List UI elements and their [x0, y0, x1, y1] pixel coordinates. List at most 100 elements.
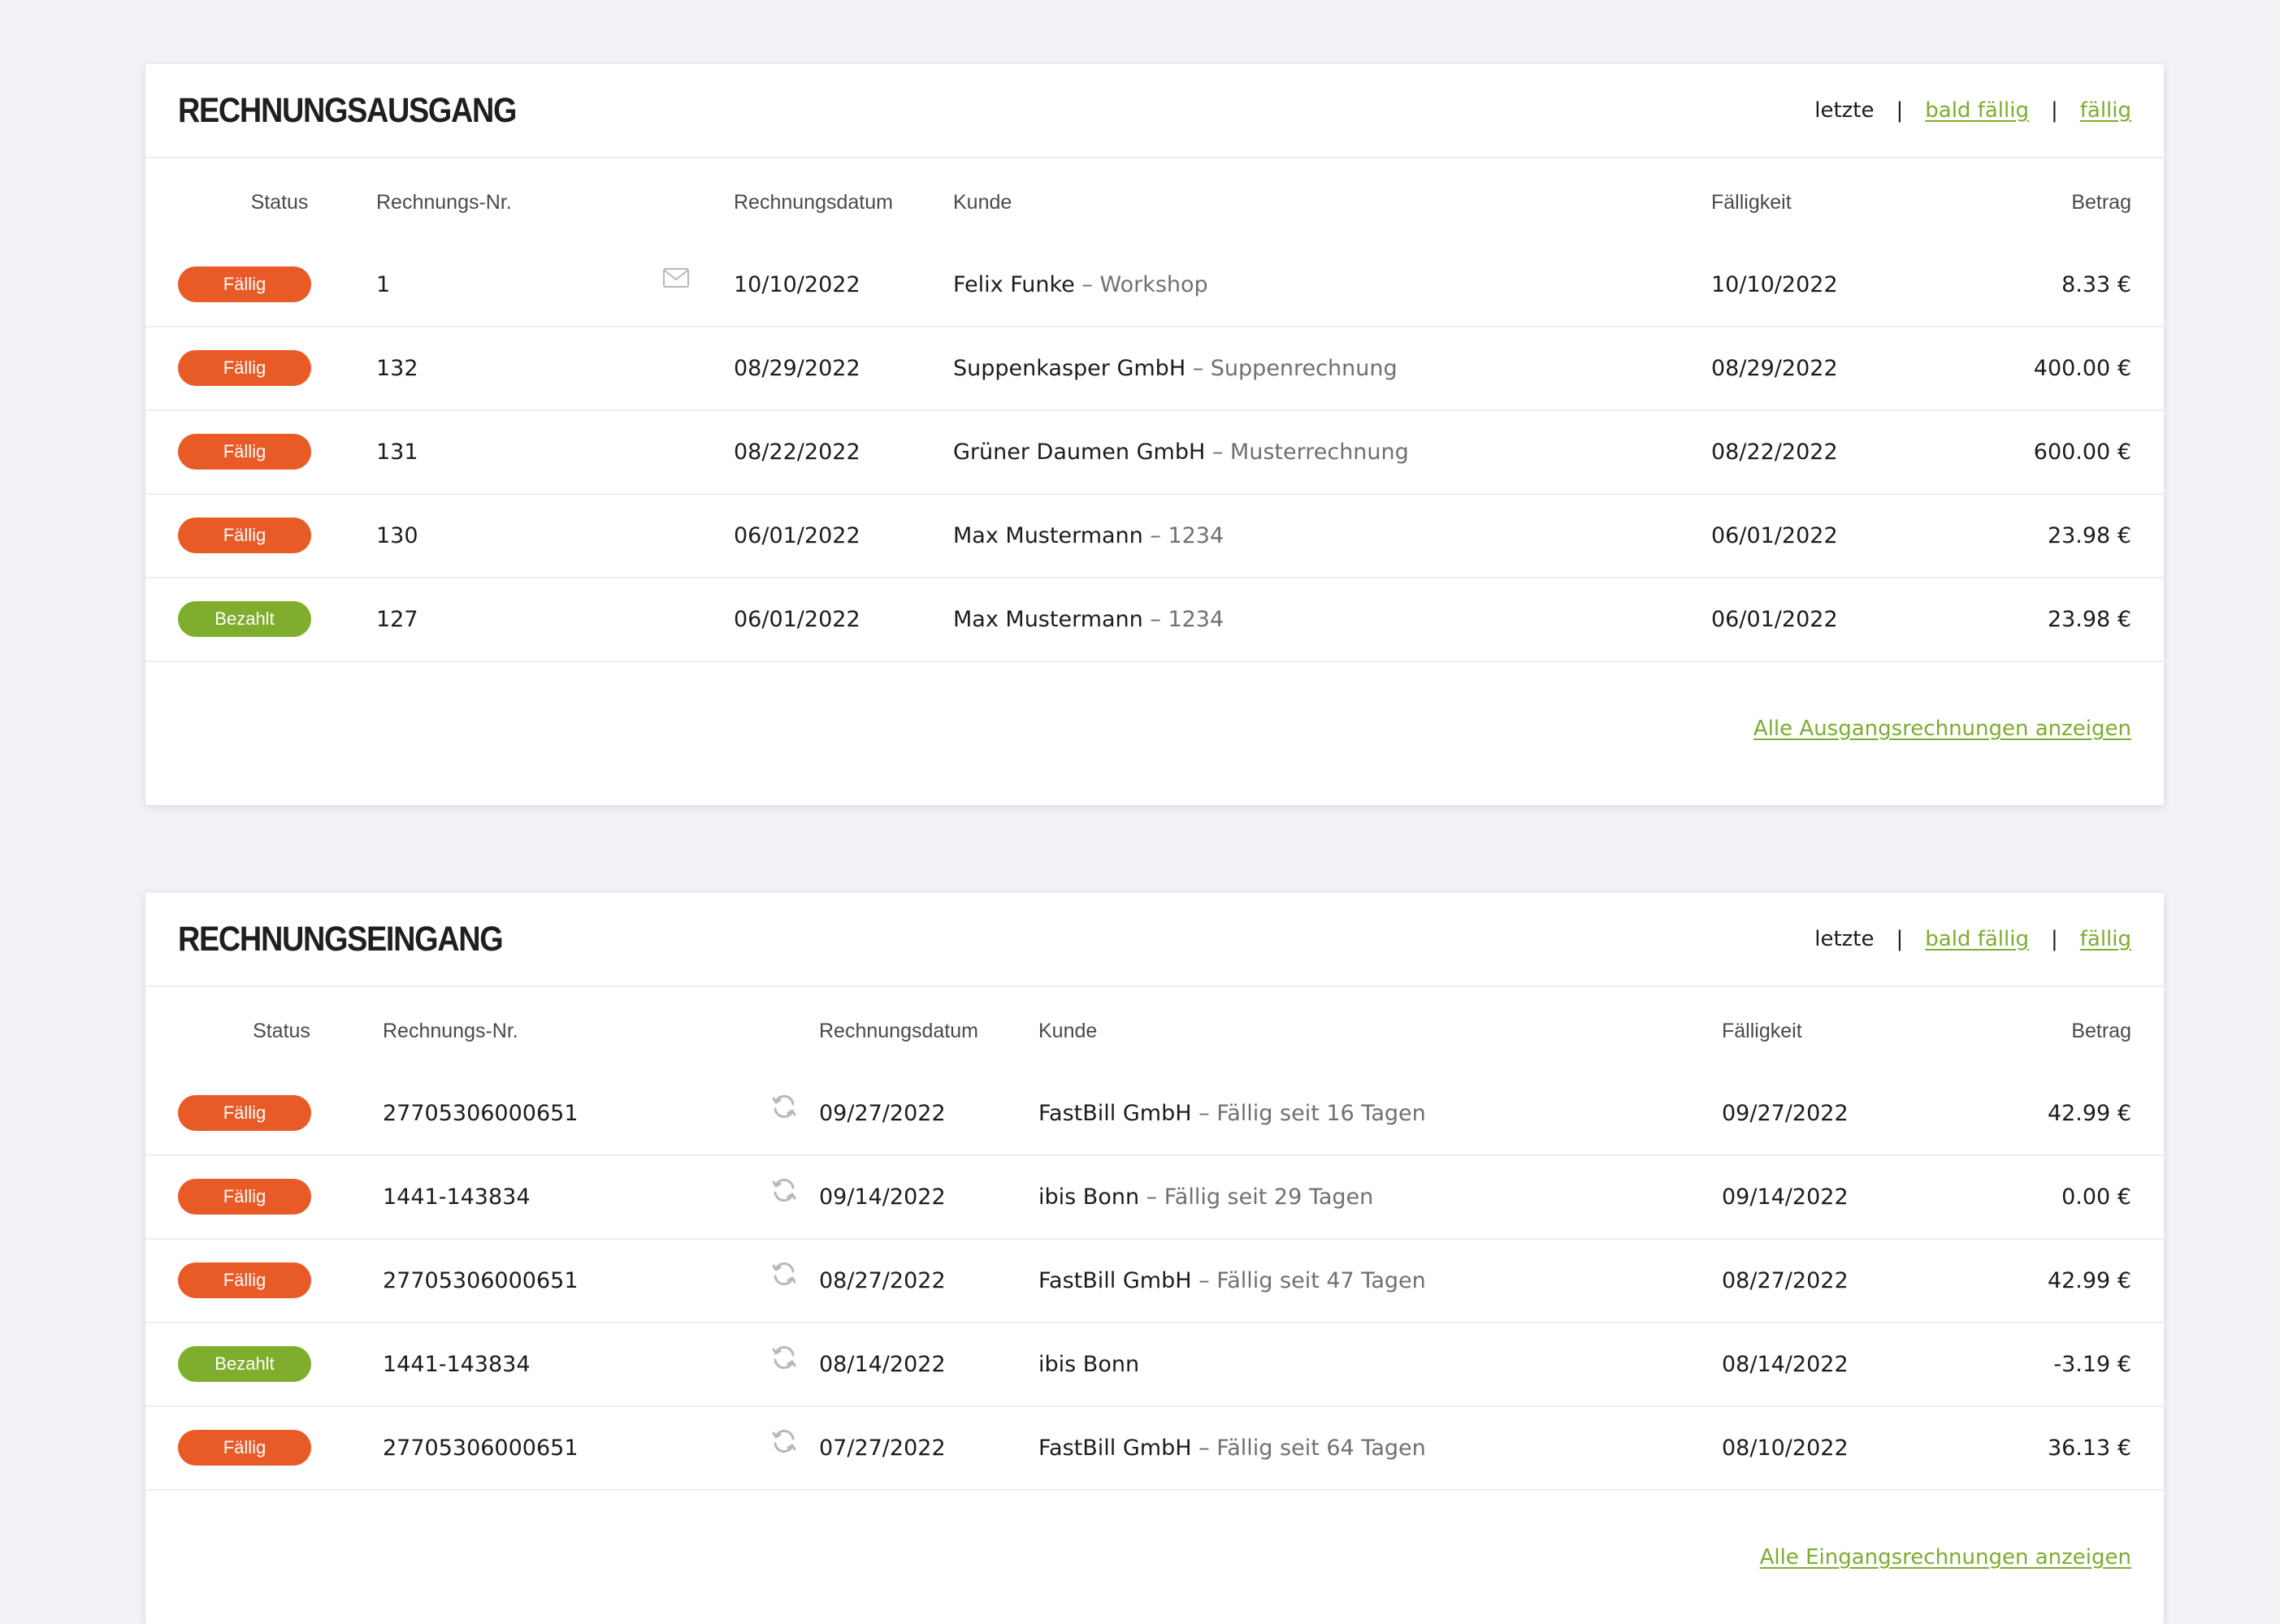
column-header-amount[interactable]: Betrag	[2071, 1020, 2131, 1043]
invoice-subject: – Fällig seit 47 Tagen	[1191, 1268, 1426, 1293]
column-header-customer[interactable]: Kunde	[953, 191, 1012, 214]
recurring-icon	[770, 1323, 798, 1370]
due-date: 08/29/2022	[1711, 356, 1838, 381]
column-header-amount[interactable]: Betrag	[2071, 191, 2131, 214]
invoice-subject: – 1234	[1142, 607, 1225, 632]
invoice-number: 131	[376, 440, 418, 465]
customer-name: FastBill GmbH	[1038, 1268, 1192, 1293]
table-row[interactable]: Fällig 130 06/01/2022 Max Mustermann – 1234…	[145, 495, 2164, 578]
column-header-status[interactable]: Status	[227, 191, 332, 214]
invoice-subject: – Fällig seit 16 Tagen	[1191, 1101, 1426, 1126]
customer-cell: Max Mustermann – 1234	[953, 578, 1224, 660]
card-header: RECHNUNGSAUSGANG letzte | bald fällig | …	[145, 64, 2164, 158]
incoming-invoices-card: RECHNUNGSEINGANG letzte | bald fällig | …	[145, 893, 2164, 1624]
column-header-date[interactable]: Rechnungsdatum	[734, 191, 893, 214]
column-header-due[interactable]: Fälligkeit	[1711, 191, 1792, 214]
filter-soon-due-link[interactable]: bald fällig	[1925, 893, 2029, 985]
status-badge: Fällig	[178, 1262, 311, 1298]
customer-name: Grüner Daumen GmbH	[953, 440, 1206, 465]
table-row[interactable]: Bezahlt 127 06/01/2022 Max Mustermann – 123…	[145, 578, 2164, 662]
due-date: 09/14/2022	[1722, 1184, 1849, 1210]
customer-cell: FastBill GmbH – Fällig seit 47 Tagen	[1038, 1240, 1426, 1322]
due-date: 09/27/2022	[1722, 1101, 1849, 1126]
due-date: 06/01/2022	[1711, 607, 1838, 632]
invoice-number: 1	[376, 272, 391, 297]
show-all-outgoing-link[interactable]: Alle Ausgangsrechnungen anzeigen	[1753, 717, 2131, 741]
status-badge: Fällig	[178, 434, 311, 470]
column-header-date[interactable]: Rechnungsdatum	[819, 1020, 978, 1043]
table-row[interactable]: Fällig 1441-143834 09/14/2022 ibis Bonn – F…	[145, 1156, 2164, 1240]
invoice-date: 10/10/2022	[734, 272, 860, 297]
customer-name: Max Mustermann	[953, 523, 1143, 548]
customer-cell: Grüner Daumen GmbH – Musterrechnung	[953, 411, 1409, 493]
invoice-date: 09/27/2022	[819, 1101, 946, 1126]
status-badge: Bezahlt	[178, 601, 311, 637]
table-body: Fällig 27705306000651 09/27/2022 FastBill G…	[145, 1072, 2164, 1491]
invoice-date: 09/14/2022	[819, 1184, 946, 1210]
invoice-date: 08/22/2022	[734, 440, 860, 465]
column-header-due[interactable]: Fälligkeit	[1722, 1020, 1802, 1043]
invoice-amount: 8.33 €	[2061, 272, 2131, 297]
customer-name: FastBill GmbH	[1038, 1101, 1192, 1126]
customer-name: Max Mustermann	[953, 607, 1143, 632]
invoice-date: 06/01/2022	[734, 523, 860, 548]
table-row[interactable]: Fällig 132 08/29/2022 Suppenkasper GmbH – S…	[145, 327, 2164, 411]
card-footer: Alle Ausgangsrechnungen anzeigen	[1753, 717, 2131, 741]
table-row[interactable]: Fällig 27705306000651 08/27/2022 FastBill G…	[145, 1240, 2164, 1323]
invoice-amount: -3.19 €	[2053, 1352, 2131, 1377]
column-header-number[interactable]: Rechnungs-Nr.	[376, 191, 512, 214]
due-date: 10/10/2022	[1711, 272, 1838, 297]
filter-separator: |	[1896, 98, 1904, 123]
due-date: 08/10/2022	[1722, 1436, 1849, 1461]
invoice-amount: 42.99 €	[2047, 1268, 2131, 1293]
table-row[interactable]: Fällig 131 08/22/2022 Grüner Daumen GmbH – …	[145, 411, 2164, 495]
invoice-number: 27705306000651	[383, 1101, 579, 1126]
invoice-subject: – Suppenrechnung	[1186, 356, 1398, 381]
customer-cell: Max Mustermann – 1234	[953, 495, 1224, 577]
customer-cell: Felix Funke – Workshop	[953, 244, 1208, 326]
card-header: RECHNUNGSEINGANG letzte | bald fällig | …	[145, 893, 2164, 987]
invoice-number: 127	[376, 607, 418, 632]
show-all-incoming-link[interactable]: Alle Eingangsrechnungen anzeigen	[1760, 1545, 2131, 1570]
status-badge: Fällig	[178, 350, 311, 386]
column-header-customer[interactable]: Kunde	[1038, 1020, 1097, 1043]
invoice-amount: 400.00 €	[2033, 356, 2131, 381]
due-date: 08/22/2022	[1711, 440, 1838, 465]
table-row[interactable]: Bezahlt 1441-143834 08/14/2022 ibis Bonn 08/…	[145, 1323, 2164, 1407]
filter-separator: |	[1896, 927, 1904, 951]
invoice-subject: – Fällig seit 29 Tagen	[1139, 1184, 1374, 1210]
filter-latest[interactable]: letzte	[1814, 893, 1874, 985]
invoice-number: 130	[376, 523, 418, 548]
invoice-number: 1441-143834	[383, 1352, 531, 1377]
due-date: 08/14/2022	[1722, 1352, 1849, 1377]
invoice-amount: 42.99 €	[2047, 1101, 2131, 1126]
table-row[interactable]: Fällig 27705306000651 07/27/2022 FastBill G…	[145, 1407, 2164, 1491]
customer-cell: ibis Bonn	[1038, 1323, 1139, 1405]
status-badge: Fällig	[178, 1095, 311, 1131]
filter-separator: |	[2050, 927, 2058, 951]
status-badge: Fällig	[178, 266, 311, 302]
envelope-icon	[662, 244, 690, 288]
customer-name: Suppenkasper GmbH	[953, 356, 1186, 381]
invoice-amount: 0.00 €	[2061, 1184, 2131, 1210]
table-header: Status Rechnungs-Nr. Rechnungsdatum Kund…	[145, 987, 2164, 1072]
invoice-number: 27705306000651	[383, 1268, 579, 1293]
filter-due-link[interactable]: fällig	[2080, 64, 2131, 157]
status-badge: Fällig	[178, 518, 311, 553]
filter-soon-due-link[interactable]: bald fällig	[1925, 64, 2029, 157]
recurring-icon	[770, 1072, 798, 1119]
invoice-number: 1441-143834	[383, 1184, 531, 1210]
filter-latest[interactable]: letzte	[1814, 64, 1874, 157]
table-row[interactable]: Fällig 27705306000651 09/27/2022 FastBill G…	[145, 1072, 2164, 1156]
customer-name: ibis Bonn	[1038, 1184, 1140, 1210]
customer-name: Felix Funke	[953, 272, 1075, 297]
filter-due-link[interactable]: fällig	[2080, 893, 2131, 985]
table-row[interactable]: Fällig 1 10/10/2022 Felix Funke – Workshop 1…	[145, 244, 2164, 327]
invoice-date: 08/29/2022	[734, 356, 860, 381]
invoice-subject: – 1234	[1142, 523, 1225, 548]
outgoing-invoices-card: RECHNUNGSAUSGANG letzte | bald fällig | …	[145, 64, 2164, 805]
column-header-number[interactable]: Rechnungs-Nr.	[383, 1020, 518, 1043]
invoice-date: 08/14/2022	[819, 1352, 946, 1377]
column-header-status[interactable]: Status	[227, 1020, 336, 1043]
invoice-subject: – Workshop	[1074, 272, 1208, 297]
